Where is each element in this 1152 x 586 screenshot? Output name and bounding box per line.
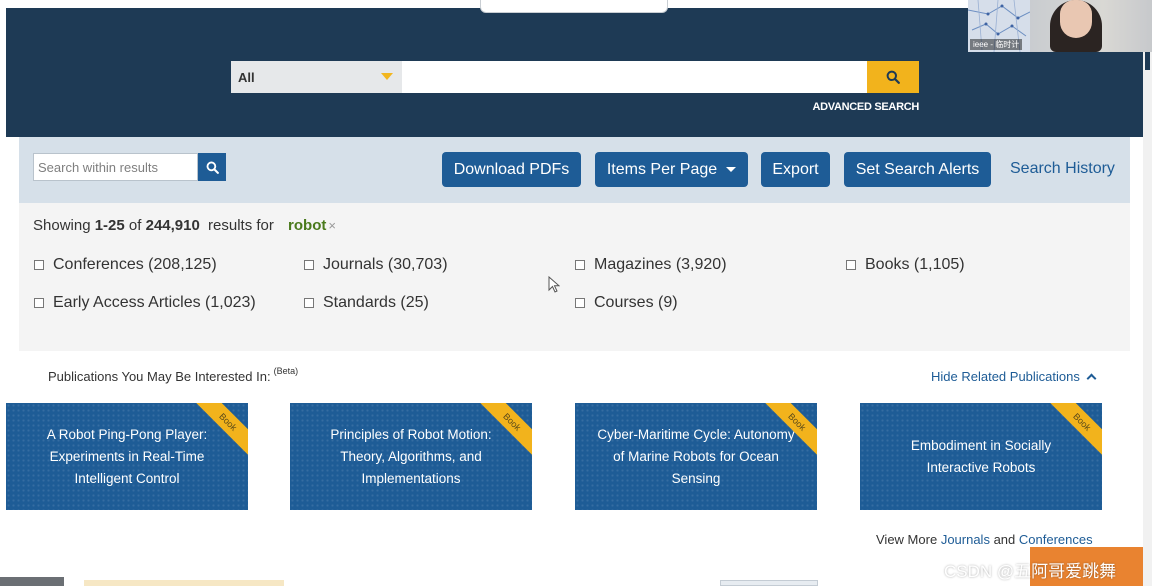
- chevron-up-icon: [1086, 373, 1097, 384]
- checkbox[interactable]: [34, 260, 44, 270]
- publication-card[interactable]: Cyber-Maritime Cycle: Autonomy of Marine…: [575, 403, 817, 510]
- caret-down-icon: [381, 73, 393, 80]
- view-more-conferences-link[interactable]: Conferences: [1019, 532, 1093, 547]
- results-summary: Showing 1-25 of 244,910 results for robo…: [33, 217, 336, 234]
- download-pdfs-label: Download PDFs: [453, 160, 570, 178]
- items-per-page-label: Items Per Page: [606, 160, 718, 178]
- export-label: Export: [772, 160, 819, 178]
- results-for-label: results for: [208, 217, 274, 234]
- facet-magazines[interactable]: Magazines (3,920): [575, 256, 727, 274]
- publication-card-title: Cyber-Maritime Cycle: Autonomy of Marine…: [597, 426, 795, 486]
- clear-query-icon[interactable]: ×: [328, 218, 336, 233]
- checkbox[interactable]: [575, 298, 585, 308]
- facet-label: Magazines (3,920): [594, 256, 727, 273]
- facet-conferences[interactable]: Conferences (208,125): [34, 256, 217, 274]
- publications-title: Publications You May Be Interested In:: [48, 369, 271, 384]
- publication-card[interactable]: Embodiment in Socially Interactive Robot…: [860, 403, 1102, 510]
- view-more-prefix: View More: [876, 532, 938, 547]
- facet-label: Standards (25): [323, 294, 429, 311]
- publication-card-title: Embodiment in Socially Interactive Robot…: [910, 437, 1052, 475]
- next-result-button-edge: [720, 580, 818, 586]
- checkbox[interactable]: [304, 298, 314, 308]
- items-per-page-button[interactable]: Items Per Page: [595, 152, 748, 187]
- checkbox[interactable]: [34, 298, 44, 308]
- showing-label: Showing: [33, 217, 91, 234]
- webcam-name-label: ieee - 临时计: [970, 39, 1023, 50]
- facet-books[interactable]: Books (1,105): [846, 256, 965, 274]
- facet-standards[interactable]: Standards (25): [304, 294, 429, 312]
- results-range: 1-25: [94, 217, 125, 234]
- facet-courses[interactable]: Courses (9): [575, 294, 678, 312]
- search-within-button[interactable]: [198, 153, 226, 181]
- facet-label: Conferences (208,125): [53, 256, 217, 273]
- facet-label: Courses (9): [594, 294, 678, 311]
- csdn-watermark: CSDN @五阿哥爱跳舞: [944, 562, 1117, 581]
- facet-label: Early Access Articles (1,023): [53, 294, 256, 311]
- publication-card-title: A Robot Ping-Pong Player: Experiments in…: [46, 426, 208, 486]
- page-scrollbar[interactable]: [1143, 52, 1152, 586]
- facet-early-access[interactable]: Early Access Articles (1,023): [34, 294, 256, 312]
- publication-card[interactable]: A Robot Ping-Pong Player: Experiments in…: [6, 403, 248, 510]
- publication-card[interactable]: Principles of Robot Motion: Theory, Algo…: [290, 403, 532, 510]
- webcam-map-image: ieee - 临时计: [968, 0, 1031, 52]
- search-button[interactable]: [867, 61, 919, 93]
- checkbox[interactable]: [575, 260, 585, 270]
- beta-label: (Beta): [273, 366, 299, 376]
- export-button[interactable]: Export: [761, 152, 830, 187]
- caret-down-icon: [726, 167, 737, 172]
- of-label: of: [128, 217, 142, 234]
- results-total: 244,910: [145, 217, 200, 234]
- taskbar-fragment: [0, 577, 64, 586]
- advanced-search-link[interactable]: ADVANCED SEARCH: [790, 101, 919, 113]
- search-within-input[interactable]: [33, 153, 198, 181]
- search-icon: [886, 70, 900, 84]
- mouse-cursor-icon: [548, 276, 560, 293]
- search-icon: [206, 161, 219, 174]
- search-history-link[interactable]: Search History: [1010, 160, 1115, 178]
- query-term: robot: [288, 217, 327, 234]
- facet-journals[interactable]: Journals (30,703): [304, 256, 448, 274]
- search-input[interactable]: [402, 61, 867, 93]
- next-result-strip: [84, 580, 284, 586]
- checkbox[interactable]: [846, 260, 856, 270]
- view-more-text: View More Journals and Conferences: [876, 532, 1093, 547]
- facet-label: Journals (30,703): [323, 256, 448, 273]
- checkbox[interactable]: [304, 260, 314, 270]
- and-label: and: [993, 532, 1016, 547]
- webcam-overlay: ieee - 临时计: [968, 0, 1152, 52]
- view-more-journals-link[interactable]: Journals: [941, 532, 990, 547]
- scrollbar-thumb[interactable]: [1145, 52, 1150, 70]
- set-search-alerts-label: Set Search Alerts: [855, 160, 980, 178]
- publication-card-title: Principles of Robot Motion: Theory, Algo…: [330, 426, 492, 486]
- hide-related-publications-link[interactable]: Hide Related Publications: [931, 369, 1097, 384]
- search-scope-select[interactable]: All: [231, 61, 402, 93]
- hide-related-label: Hide Related Publications: [931, 369, 1080, 384]
- search-scope-value: All: [238, 69, 255, 85]
- download-pdfs-button[interactable]: Download PDFs: [442, 152, 581, 187]
- publications-heading: Publications You May Be Interested In: (B…: [48, 366, 299, 384]
- set-search-alerts-button[interactable]: Set Search Alerts: [844, 152, 991, 187]
- facet-label: Books (1,105): [865, 256, 965, 273]
- browser-tab-edge: [480, 0, 668, 13]
- webcam-person-image: [1030, 0, 1152, 52]
